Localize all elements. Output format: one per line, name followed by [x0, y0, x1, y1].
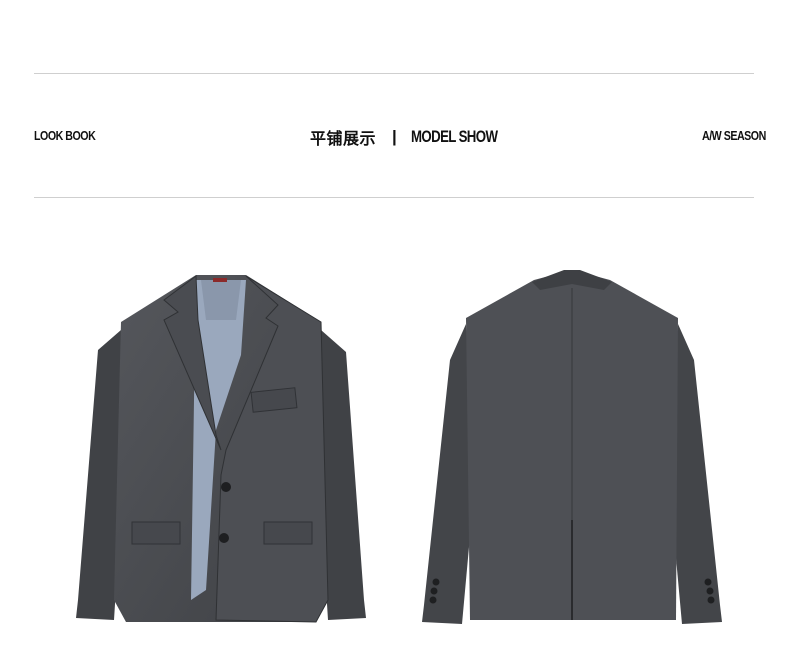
section-title: 平铺展示 | MODEL SHOW	[310, 125, 521, 149]
jacket-front-image	[76, 275, 366, 623]
bottom-divider	[34, 197, 754, 198]
title-separator: |	[392, 127, 397, 146]
top-divider	[34, 73, 754, 74]
section-title-en: MODEL SHOW	[410, 127, 498, 146]
section-title-zh: 平铺展示	[310, 129, 377, 148]
jacket-back-image	[422, 270, 722, 624]
season-label: A/W SEASON	[702, 128, 766, 143]
look-book-label: LOOK BOOK	[34, 128, 96, 143]
